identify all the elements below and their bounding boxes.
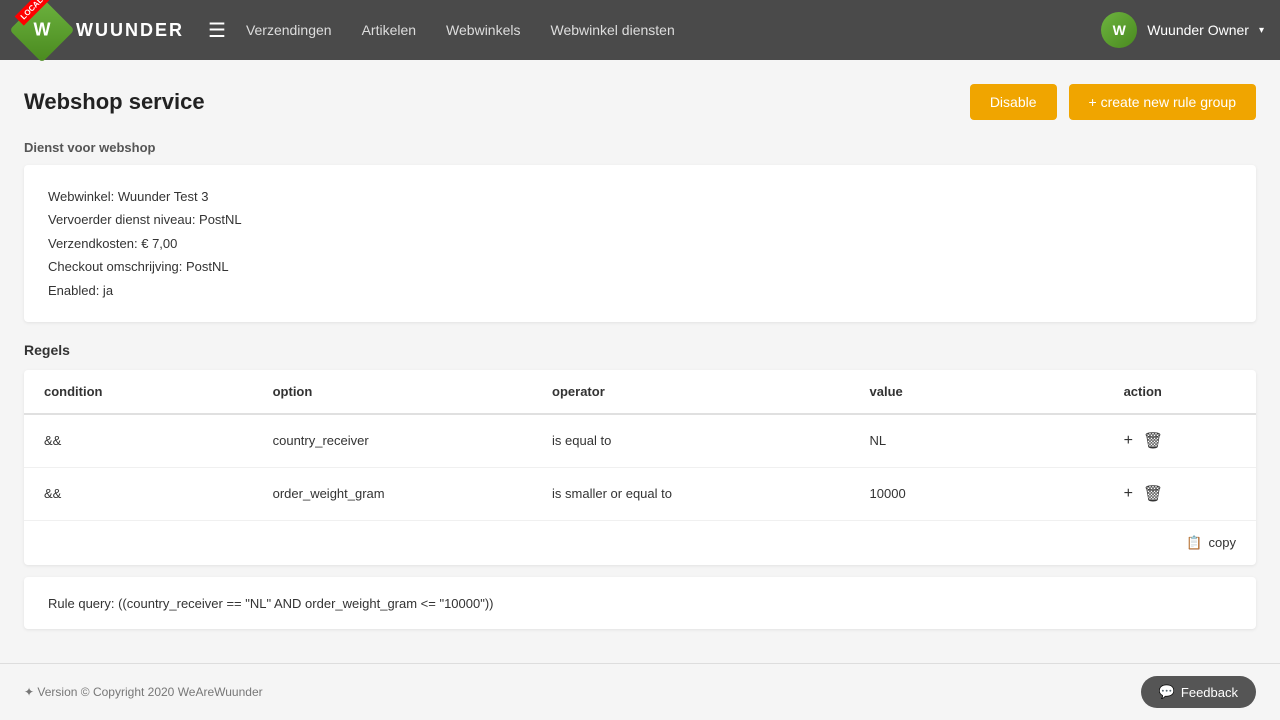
row1-delete-button[interactable]: 🗑 [1143,484,1163,504]
header-buttons: Disable + create new rule group [970,84,1256,120]
disable-button[interactable]: Disable [970,84,1057,120]
chevron-down-icon: ▾ [1259,25,1264,36]
row0-action: + 🗑 [1104,414,1256,468]
table-row: && order_weight_gram is smaller or equal… [24,467,1256,520]
feedback-label: Feedback [1181,685,1238,700]
row0-option: country_receiver [253,414,532,468]
hamburger-icon[interactable]: ☰ [208,18,226,43]
row1-option: order_weight_gram [253,467,532,520]
table-row: && country_receiver is equal to NL + 🗑 [24,414,1256,468]
row1-condition: && [24,467,253,520]
brand-name: WUUNDER [76,20,184,41]
create-rule-group-button[interactable]: + create new rule group [1069,84,1256,120]
logo-w-letter: W [34,20,51,41]
avatar: W [1101,12,1137,48]
version-label: Version [37,685,77,699]
copy-button[interactable]: 📋 copy [1186,535,1236,551]
query-text: Rule query: ((country_receiver == "NL" A… [48,596,494,611]
nav-links: Verzendingen Artikelen Webwinkels Webwin… [246,22,1101,38]
nav-link-webwinkels[interactable]: Webwinkels [446,22,520,38]
copy-icon: 📋 [1186,535,1202,551]
service-detail-4: Enabled: ja [48,279,1232,302]
version-icon: ✦ [24,685,34,699]
copy-row: 📋 copy [24,520,1256,565]
header-action: action [1104,370,1256,414]
logo-area[interactable]: W LOCAL WUUNDER [16,4,184,56]
header-value: value [850,370,1104,414]
copyright-icon: © [81,685,93,699]
nav-link-webwinkel-diensten[interactable]: Webwinkel diensten [550,22,674,38]
header-option: option [253,370,532,414]
table-header-row: condition option operator value action [24,370,1256,414]
feedback-icon: 💬 [1159,684,1175,700]
rules-section-label: Regels [24,342,1256,358]
service-section-label: Dienst voor webshop [24,140,1256,155]
header-operator: operator [532,370,850,414]
row0-action-icons: + 🗑 [1124,431,1236,451]
user-menu[interactable]: W Wuunder Owner ▾ [1101,12,1264,48]
row1-action: + 🗑 [1104,467,1256,520]
copyright-text: Copyright 2020 WeAreWuunder [93,685,263,699]
row0-condition: && [24,414,253,468]
row0-operator: is equal to [532,414,850,468]
nav-link-verzendingen[interactable]: Verzendingen [246,22,332,38]
service-detail-0: Webwinkel: Wuunder Test 3 [48,185,1232,208]
page-content: Webshop service Disable + create new rul… [0,60,1280,653]
page-header: Webshop service Disable + create new rul… [24,84,1256,120]
logo-badge: W LOCAL [16,4,68,56]
feedback-button[interactable]: 💬 Feedback [1141,676,1256,708]
footer-version: ✦ Version © Copyright 2020 WeAreWuunder [24,685,263,699]
row1-add-button[interactable]: + [1124,485,1133,503]
header-condition: condition [24,370,253,414]
row0-delete-button[interactable]: 🗑 [1143,431,1163,451]
row0-add-button[interactable]: + [1124,432,1133,450]
page-footer: ✦ Version © Copyright 2020 WeAreWuunder … [0,663,1280,720]
rules-section: Regels condition option operator value a… [24,342,1256,629]
username: Wuunder Owner [1147,22,1249,38]
query-card: Rule query: ((country_receiver == "NL" A… [24,577,1256,629]
rules-card: condition option operator value action &… [24,370,1256,565]
copy-cell: 📋 copy [24,520,1256,565]
page-title: Webshop service [24,89,205,115]
nav-link-artikelen[interactable]: Artikelen [362,22,416,38]
row0-value: NL [850,414,1104,468]
row1-value: 10000 [850,467,1104,520]
service-detail-3: Checkout omschrijving: PostNL [48,255,1232,278]
rules-table: condition option operator value action &… [24,370,1256,565]
row1-operator: is smaller or equal to [532,467,850,520]
main-nav: W LOCAL WUUNDER ☰ Verzendingen Artikelen… [0,0,1280,60]
service-detail-1: Vervoerder dienst niveau: PostNL [48,208,1232,231]
row1-action-icons: + 🗑 [1124,484,1236,504]
service-detail-2: Verzendkosten: € 7,00 [48,232,1232,255]
copy-label: copy [1209,535,1236,550]
service-info-card: Webwinkel: Wuunder Test 3 Vervoerder die… [24,165,1256,322]
